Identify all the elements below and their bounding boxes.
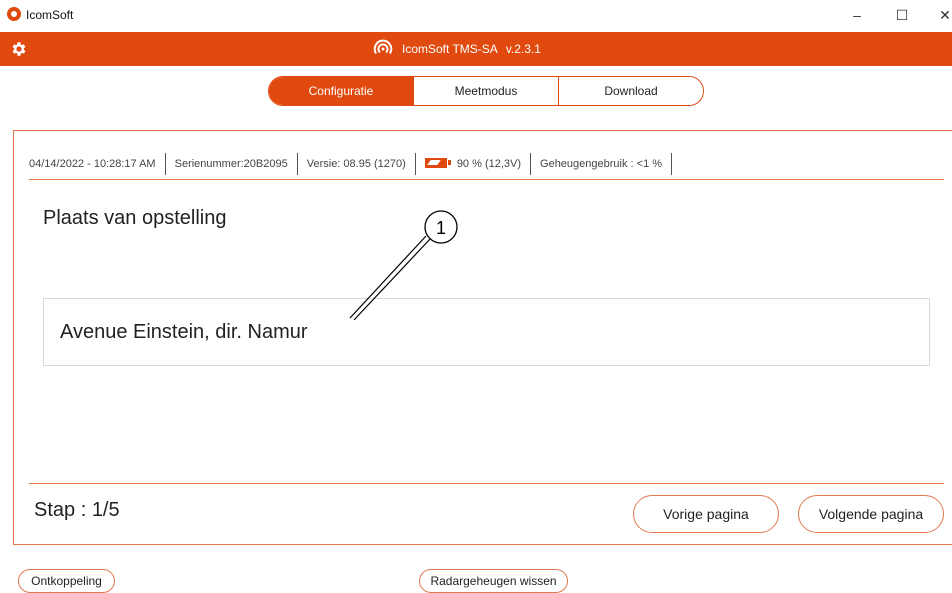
next-page-button[interactable]: Volgende pagina bbox=[798, 495, 944, 533]
app-header: IcomSoft TMS-SA v.2.3.1 bbox=[0, 32, 952, 66]
brand-logo-icon bbox=[373, 39, 393, 54]
page-title: Plaats van opstelling bbox=[43, 207, 227, 229]
status-datetime: 04/14/2022 - 10:28:17 AM bbox=[29, 153, 166, 175]
tab-download[interactable]: Download bbox=[559, 77, 703, 105]
window-titlebar: IcomSoft – ☐ ✕ bbox=[0, 0, 952, 32]
close-button[interactable]: ✕ bbox=[930, 4, 952, 26]
gear-icon[interactable] bbox=[10, 40, 28, 58]
status-serial: Serienummer:20B2095 bbox=[166, 153, 298, 175]
disconnect-button[interactable]: Ontkoppeling bbox=[18, 569, 115, 593]
app-logo-icon bbox=[7, 7, 21, 21]
tab-configuratie[interactable]: Configuratie bbox=[269, 77, 414, 105]
brand-name: IcomSoft TMS-SA bbox=[402, 42, 498, 56]
divider bbox=[29, 179, 944, 180]
status-bar: 04/14/2022 - 10:28:17 AM Serienummer:20B… bbox=[29, 149, 673, 179]
location-value: Avenue Einstein, dir. Namur bbox=[60, 321, 308, 343]
tab-meetmodus[interactable]: Meetmodus bbox=[414, 77, 559, 105]
battery-level: 90 % (12,3V) bbox=[456, 158, 522, 170]
location-field[interactable]: Avenue Einstein, dir. Namur bbox=[43, 298, 930, 366]
brand: IcomSoft TMS-SA v.2.3.1 bbox=[372, 38, 541, 60]
divider bbox=[29, 483, 944, 484]
status-version: Versie: 08.95 (1270) bbox=[298, 153, 416, 175]
status-memory: Geheugengebruik : <1 % bbox=[531, 153, 673, 175]
status-battery: 90 % (12,3V) bbox=[416, 153, 532, 175]
minimize-button[interactable]: – bbox=[842, 4, 872, 26]
mode-tabs: Configuratie Meetmodus Download bbox=[268, 76, 704, 106]
window-title: IcomSoft bbox=[26, 8, 74, 22]
maximize-button[interactable]: ☐ bbox=[887, 4, 917, 26]
main-panel: 04/14/2022 - 10:28:17 AM Serienummer:20B… bbox=[13, 130, 952, 545]
step-indicator: Stap : 1/5 bbox=[34, 499, 120, 521]
previous-page-button[interactable]: Vorige pagina bbox=[633, 495, 779, 533]
app-version: v.2.3.1 bbox=[505, 42, 541, 56]
battery-icon bbox=[424, 158, 451, 168]
clear-radar-memory-button[interactable]: Radargeheugen wissen bbox=[419, 569, 568, 593]
